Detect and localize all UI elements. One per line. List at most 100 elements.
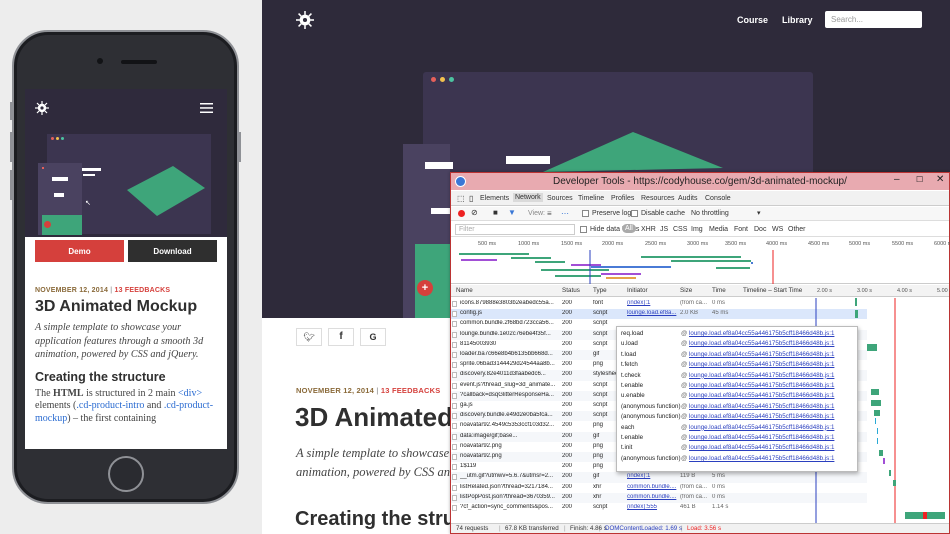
devtools-app-icon (455, 176, 466, 187)
tab-audits[interactable]: Audits (678, 195, 697, 202)
frame-source-link[interactable]: lounge.load.ef8a04cc55a446175b5cff18466d… (689, 351, 834, 358)
filter-input[interactable]: Filter (455, 224, 575, 235)
callstack-frame[interactable]: t.check @ lounge.load.ef8a04cc55a446175b5c… (621, 372, 857, 382)
codyhouse-logo-icon[interactable] (35, 101, 49, 115)
col-type[interactable]: Type (593, 287, 607, 294)
frame-source-link[interactable]: lounge.load.ef8a04cc55a446175b5cff18466d… (689, 361, 834, 368)
chevron-down-icon[interactable]: ▾ (757, 209, 761, 217)
tab-network[interactable]: Network (513, 193, 543, 202)
cell-initiator[interactable]: (index):1 (627, 300, 677, 306)
col-name[interactable]: Name (456, 287, 473, 294)
frame-source-link[interactable]: lounge.load.ef8a04cc55a446175b5cff18466d… (689, 444, 834, 451)
download-button[interactable]: Download (128, 240, 217, 262)
frame-source-link[interactable]: lounge.load.ef8a04cc55a446175b5cff18466d… (689, 392, 834, 399)
frame-source-link[interactable]: lounge.load.ef8a04cc55a446175b5cff18466d… (689, 455, 834, 462)
tab-timeline[interactable]: Timeline (578, 195, 604, 202)
filter-media[interactable]: Media (709, 226, 728, 233)
frame-source-link[interactable]: lounge.load.ef8a04cc55a446175b5cff18466d… (689, 413, 834, 420)
tab-elements[interactable]: Elements (480, 195, 509, 202)
hide-data-urls-checkbox[interactable] (580, 226, 587, 233)
callstack-frame[interactable]: t.enable @ lounge.load.ef8a04cc55a446175b5… (621, 434, 857, 444)
add-circle-button[interactable]: + (417, 280, 433, 296)
cell-initiator[interactable]: (index):555 (627, 504, 677, 510)
device-mode-icon[interactable]: ▯ (469, 194, 473, 203)
table-row[interactable]: __utm.gif?utmwv=5.6.7&utmsr=2... 200 gif (i… (451, 472, 867, 483)
capture-screenshot-icon[interactable]: ■ (493, 208, 498, 217)
inspect-element-icon[interactable]: ⬚ (457, 194, 465, 203)
close-icon[interactable]: ✕ (936, 174, 944, 185)
google-share-button[interactable]: G (360, 328, 386, 346)
frame-source-link[interactable]: lounge.load.ef8a04cc55a446175b5cff18466d… (689, 403, 834, 410)
filter-img[interactable]: Img (691, 226, 703, 233)
frame-source-link[interactable]: lounge.load.ef8a04cc55a446175b5cff18466d… (689, 340, 834, 347)
overview-icon[interactable]: ⋯ (561, 209, 569, 218)
frame-source-link[interactable]: lounge.load.ef8a04cc55a446175b5cff18466d… (689, 434, 834, 441)
disable-cache-checkbox[interactable] (631, 210, 638, 217)
at-symbol: @ (681, 392, 688, 400)
cell-initiator[interactable]: lounge.load.ef8a... (627, 310, 677, 316)
tab-sources[interactable]: Sources (547, 195, 573, 202)
site-logo-icon[interactable] (296, 11, 314, 29)
filter-font[interactable]: Font (734, 226, 748, 233)
table-row[interactable]: config.js 200 script lounge.load.ef8a... 2.0… (451, 309, 867, 320)
cell-initiator[interactable]: common.bundle.... (627, 494, 677, 500)
filter-other[interactable]: Other (788, 226, 806, 233)
facebook-share-button[interactable]: f (328, 328, 354, 346)
filter-ws[interactable]: WS (772, 226, 783, 233)
phone-mute-switch (10, 102, 13, 120)
callstack-frame[interactable]: t.enable @ lounge.load.ef8a04cc55a446175b5… (621, 382, 857, 392)
table-row[interactable]: listPopPost.json?thread=3670359... 200 xhr… (451, 492, 867, 503)
table-row[interactable]: ?cf_action=sync_comments&pos... 200 script… (451, 503, 867, 513)
col-status[interactable]: Status (562, 287, 580, 294)
callstack-frame[interactable]: t.fetch @ lounge.load.ef8a04cc55a446175b5c… (621, 361, 857, 371)
feedback-link[interactable]: 13 FEEDBACKS (115, 287, 171, 294)
preserve-log-checkbox[interactable] (582, 210, 589, 217)
frame-source-link[interactable]: lounge.load.ef8a04cc55a446175b5cff18466d… (689, 330, 834, 337)
nav-library-link[interactable]: Library (782, 15, 813, 25)
site-search-input[interactable]: Search... (825, 11, 922, 28)
tab-resources[interactable]: Resources (641, 195, 674, 202)
callstack-frame[interactable]: each @ lounge.load.ef8a04cc55a446175b5cff1… (621, 424, 857, 434)
col-size[interactable]: Size (680, 287, 692, 294)
throttle-select[interactable]: No throttling (691, 210, 729, 217)
frame-source-link[interactable]: lounge.load.ef8a04cc55a446175b5cff18466d… (689, 372, 834, 379)
callstack-frame[interactable]: (anonymous function) @ lounge.load.ef8a04c… (621, 403, 857, 413)
filter-xhr[interactable]: XHR (641, 226, 656, 233)
table-row[interactable]: listRelated.json?thread=3217184... 200 xhr… (451, 483, 867, 493)
tab-console[interactable]: Console (705, 195, 731, 202)
minimize-icon[interactable]: – (894, 174, 900, 185)
callstack-frame[interactable]: (anonymous function) @ lounge.load.ef8a04c… (621, 455, 857, 465)
filter-js[interactable]: JS (660, 226, 668, 233)
demo-button[interactable]: Demo (35, 240, 124, 262)
col-initiator[interactable]: Initiator (627, 287, 648, 294)
nav-course-link[interactable]: Course (737, 15, 768, 25)
filter-icon[interactable]: ▼ (508, 208, 516, 217)
callstack-frame[interactable]: u.load @ lounge.load.ef8a04cc55a446175b5cf… (621, 340, 857, 350)
table-row[interactable]: icons.879888e3803b2eabedc55a... 200 font (i… (451, 299, 867, 309)
devtools-titlebar[interactable]: Developer Tools - https://codyhouse.co/g… (451, 173, 949, 190)
callstack-frame[interactable]: u.enable @ lounge.load.ef8a04cc55a446175b5… (621, 392, 857, 402)
filter-doc[interactable]: Doc (754, 226, 766, 233)
callstack-frame[interactable]: req.load @ lounge.load.ef8a04cc55a446175b5… (621, 330, 857, 340)
frame-source-link[interactable]: lounge.load.ef8a04cc55a446175b5cff18466d… (689, 382, 834, 389)
cell-status: 200 (562, 432, 573, 439)
cell-initiator[interactable]: (index):1 (627, 473, 677, 479)
cell-initiator[interactable]: common.bundle.... (627, 484, 677, 490)
network-overview[interactable]: 500 ms 1000 ms 1500 ms 2000 ms 2500 ms 3000 m… (451, 238, 950, 284)
col-timeline[interactable]: Timeline – Start Time (743, 287, 802, 294)
maximize-icon[interactable]: ☐ (916, 175, 923, 184)
frame-source-link[interactable]: lounge.load.ef8a04cc55a446175b5cff18466d… (689, 424, 834, 431)
twitter-share-button[interactable]: 🐦︎ (296, 328, 322, 346)
hamburger-menu-icon[interactable] (200, 103, 213, 113)
filter-all[interactable]: All (622, 224, 636, 233)
record-icon[interactable] (458, 210, 465, 217)
callstack-frame[interactable]: t.load @ lounge.load.ef8a04cc55a446175b5cf… (621, 351, 857, 361)
filter-css[interactable]: CSS (673, 226, 687, 233)
clear-icon[interactable]: ⊘ (471, 208, 478, 217)
tab-profiles[interactable]: Profiles (611, 195, 634, 202)
large-rows-icon[interactable]: ≡ (547, 209, 552, 218)
callstack-frame[interactable]: (anonymous function) @ lounge.load.ef8a04c… (621, 413, 857, 423)
col-time[interactable]: Time (712, 287, 726, 294)
site-feedback-link[interactable]: 13 FEEDBACKS (381, 386, 441, 395)
callstack-frame[interactable]: t.init @ lounge.load.ef8a04cc55a446175b5cf… (621, 444, 857, 454)
